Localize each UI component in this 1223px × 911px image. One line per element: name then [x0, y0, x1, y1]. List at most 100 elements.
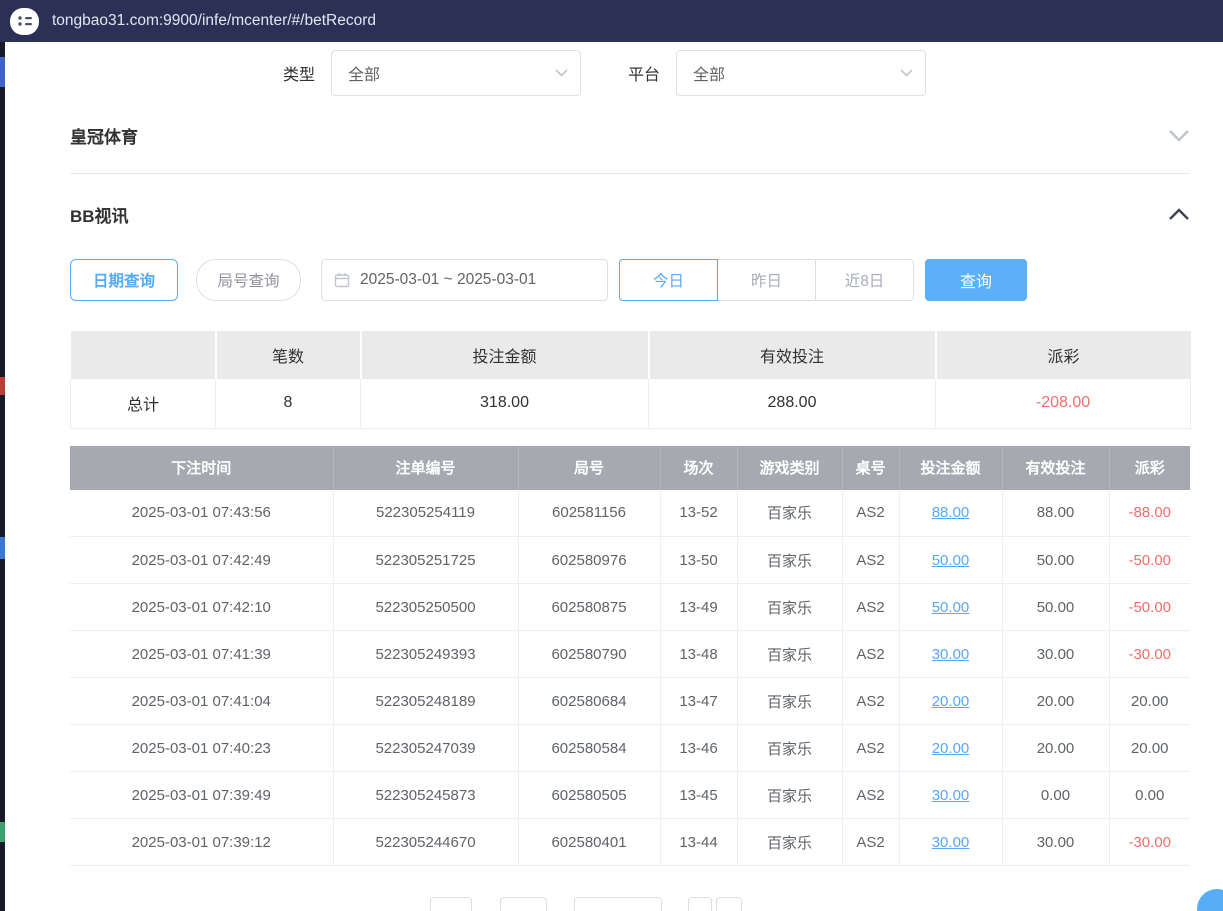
section-title: BB视讯: [70, 202, 129, 227]
pagination-next-button[interactable]: [688, 897, 712, 911]
type-select-value: 全部: [348, 61, 380, 85]
bet-amount-link[interactable]: 30.00: [899, 772, 1002, 819]
header-table-number: 桌号: [842, 446, 899, 490]
order-number: 522305254119: [333, 490, 518, 537]
bet-amount-link[interactable]: 20.00: [899, 725, 1002, 772]
date-query-button[interactable]: 日期查询: [70, 259, 178, 301]
date-range-picker[interactable]: 2025-03-01 ~ 2025-03-01: [321, 259, 608, 301]
payout: 20.00: [1109, 725, 1190, 772]
pagination-prev-button[interactable]: [430, 897, 472, 911]
float-action-button[interactable]: [1197, 889, 1223, 911]
edge-decoration: [0, 377, 5, 395]
url-text[interactable]: tongbao31.com:9900/infe/mcenter/#/betRec…: [52, 12, 376, 30]
bet-time: 2025-03-01 07:41:04: [70, 678, 333, 725]
header-valid-bet: 有效投注: [1002, 446, 1109, 490]
detail-table-body: 2025-03-01 07:43:56 522305254119 6025811…: [70, 490, 1190, 866]
pagination-size-select[interactable]: [574, 897, 662, 911]
round-query-button[interactable]: 局号查询: [196, 259, 301, 301]
order-number: 522305250500: [333, 584, 518, 631]
round-number: 602580790: [518, 631, 660, 678]
chevron-down-icon: [555, 69, 568, 77]
bet-amount-link[interactable]: 88.00: [899, 490, 1002, 537]
background-window-edge: [0, 42, 5, 911]
chevron-down-icon: [900, 69, 913, 77]
bet-amount-link[interactable]: 20.00: [899, 678, 1002, 725]
total-bet-amount: 318.00: [361, 379, 649, 428]
yesterday-button[interactable]: 昨日: [717, 259, 816, 301]
edge-decoration: [0, 537, 5, 559]
section-bb-video[interactable]: BB视讯: [70, 174, 1190, 250]
bet-time: 2025-03-01 07:39:12: [70, 819, 333, 866]
header-bet-time: 下注时间: [70, 446, 333, 490]
type-select[interactable]: 全部: [331, 50, 581, 96]
game-type: 百家乐: [737, 490, 842, 537]
browser-tab-icon[interactable]: [10, 8, 39, 35]
bet-time: 2025-03-01 07:43:56: [70, 490, 333, 537]
table-number: AS2: [842, 490, 899, 537]
payout: -88.00: [1109, 490, 1190, 537]
chevron-down-icon[interactable]: [1168, 129, 1190, 142]
session: 13-45: [660, 772, 737, 819]
type-label: 类型: [283, 61, 315, 85]
platform-select[interactable]: 全部: [676, 50, 926, 96]
valid-bet: 30.00: [1002, 819, 1109, 866]
payout: 0.00: [1109, 772, 1190, 819]
order-number: 522305247039: [333, 725, 518, 772]
table-number: AS2: [842, 631, 899, 678]
round-number: 602580401: [518, 819, 660, 866]
game-type: 百家乐: [737, 725, 842, 772]
bet-amount-link[interactable]: 50.00: [899, 537, 1002, 584]
bet-time: 2025-03-01 07:42:10: [70, 584, 333, 631]
session: 13-52: [660, 490, 737, 537]
round-number: 602580505: [518, 772, 660, 819]
table-number: AS2: [842, 678, 899, 725]
pagination-page-button[interactable]: [500, 897, 547, 911]
edge-decoration: [0, 822, 5, 842]
summary-header-payout: 派彩: [936, 331, 1191, 379]
session: 13-46: [660, 725, 737, 772]
total-count: 8: [216, 379, 361, 428]
pagination-jump-button[interactable]: [716, 897, 742, 911]
summary-header-row: 笔数 投注金额 有效投注 派彩: [71, 331, 1191, 379]
detail-header-row: 下注时间 注单编号 局号 场次 游戏类别 桌号 投注金额 有效投注 派彩: [70, 446, 1190, 490]
session: 13-44: [660, 819, 737, 866]
table-row: 2025-03-01 07:41:39 522305249393 6025807…: [70, 631, 1190, 678]
tab-groups-icon: [17, 14, 33, 28]
filter-row: 类型 全部 平台 全部: [70, 50, 1190, 96]
valid-bet: 50.00: [1002, 537, 1109, 584]
session: 13-49: [660, 584, 737, 631]
summary-header-bet-amount: 投注金额: [361, 331, 649, 379]
quick-date-group: 今日 昨日 近8日: [619, 259, 914, 301]
chevron-up-icon[interactable]: [1168, 208, 1190, 221]
header-game-type: 游戏类别: [737, 446, 842, 490]
valid-bet: 30.00: [1002, 631, 1109, 678]
last-8-days-button[interactable]: 近8日: [815, 259, 914, 301]
payout: -50.00: [1109, 537, 1190, 584]
table-number: AS2: [842, 772, 899, 819]
game-type: 百家乐: [737, 631, 842, 678]
total-label: 总计: [71, 379, 216, 428]
summary-header-valid-bet: 有效投注: [649, 331, 936, 379]
search-button[interactable]: 查询: [925, 259, 1027, 301]
order-number: 522305249393: [333, 631, 518, 678]
game-type: 百家乐: [737, 772, 842, 819]
bet-amount-link[interactable]: 30.00: [899, 631, 1002, 678]
platform-select-value: 全部: [693, 61, 725, 85]
header-session: 场次: [660, 446, 737, 490]
valid-bet: 50.00: [1002, 584, 1109, 631]
bet-amount-link[interactable]: 30.00: [899, 819, 1002, 866]
valid-bet: 20.00: [1002, 725, 1109, 772]
payout: -50.00: [1109, 584, 1190, 631]
bet-amount-link[interactable]: 50.00: [899, 584, 1002, 631]
edge-decoration: [0, 57, 5, 87]
game-type: 百家乐: [737, 678, 842, 725]
today-button[interactable]: 今日: [619, 259, 718, 301]
browser-address-bar: tongbao31.com:9900/infe/mcenter/#/betRec…: [0, 0, 1223, 42]
valid-bet: 0.00: [1002, 772, 1109, 819]
section-crown-sports[interactable]: 皇冠体育: [70, 96, 1190, 174]
date-range-value: 2025-03-01 ~ 2025-03-01: [360, 271, 536, 289]
round-number: 602580875: [518, 584, 660, 631]
bet-time: 2025-03-01 07:40:23: [70, 725, 333, 772]
table-row: 2025-03-01 07:39:49 522305245873 6025805…: [70, 772, 1190, 819]
payout: -30.00: [1109, 631, 1190, 678]
